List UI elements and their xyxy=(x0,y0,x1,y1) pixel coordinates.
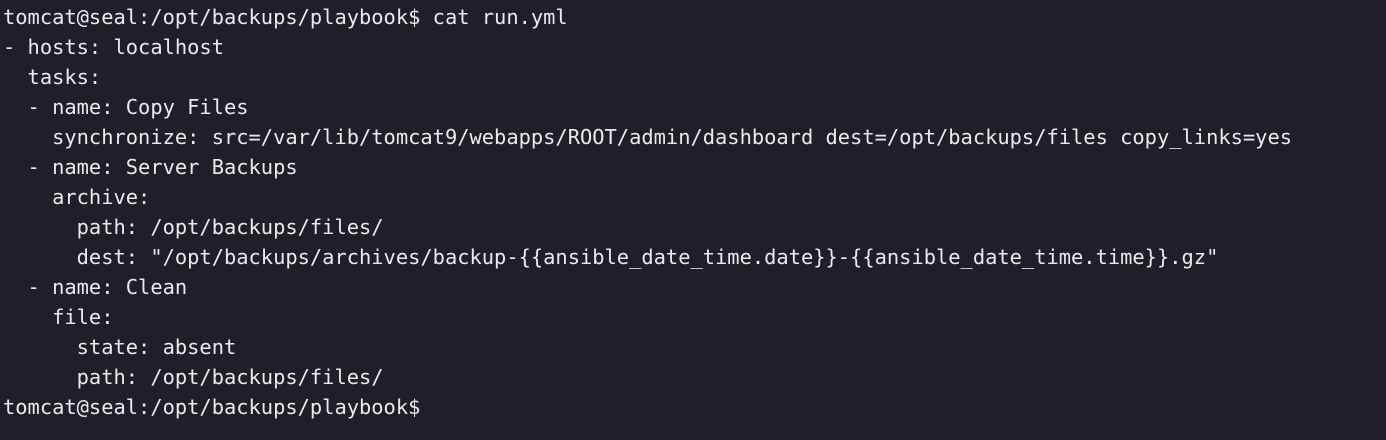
output-line: - name: Server Backups xyxy=(3,155,298,179)
terminal-window[interactable]: tomcat@seal:/opt/backups/playbook$ cat r… xyxy=(0,0,1386,440)
output-line: tasks: xyxy=(3,65,102,89)
output-line: - name: Clean xyxy=(3,275,188,299)
output-line: path: /opt/backups/files/ xyxy=(3,215,384,239)
output-line: path: /opt/backups/files/ xyxy=(3,365,384,389)
command-line: tomcat@seal:/opt/backups/playbook$ cat r… xyxy=(3,5,568,29)
output-line: state: absent xyxy=(3,335,237,359)
output-line: - name: Copy Files xyxy=(3,95,249,119)
output-line: dest: "/opt/backups/archives/backup-{{an… xyxy=(3,245,1219,269)
output-line: - hosts: localhost xyxy=(3,35,224,59)
output-line: archive: xyxy=(3,185,151,209)
output-line: file: xyxy=(3,305,114,329)
shell-prompt[interactable]: tomcat@seal:/opt/backups/playbook$ xyxy=(3,392,1386,422)
output-line: synchronize: src=/var/lib/tomcat9/webapp… xyxy=(3,125,1293,149)
